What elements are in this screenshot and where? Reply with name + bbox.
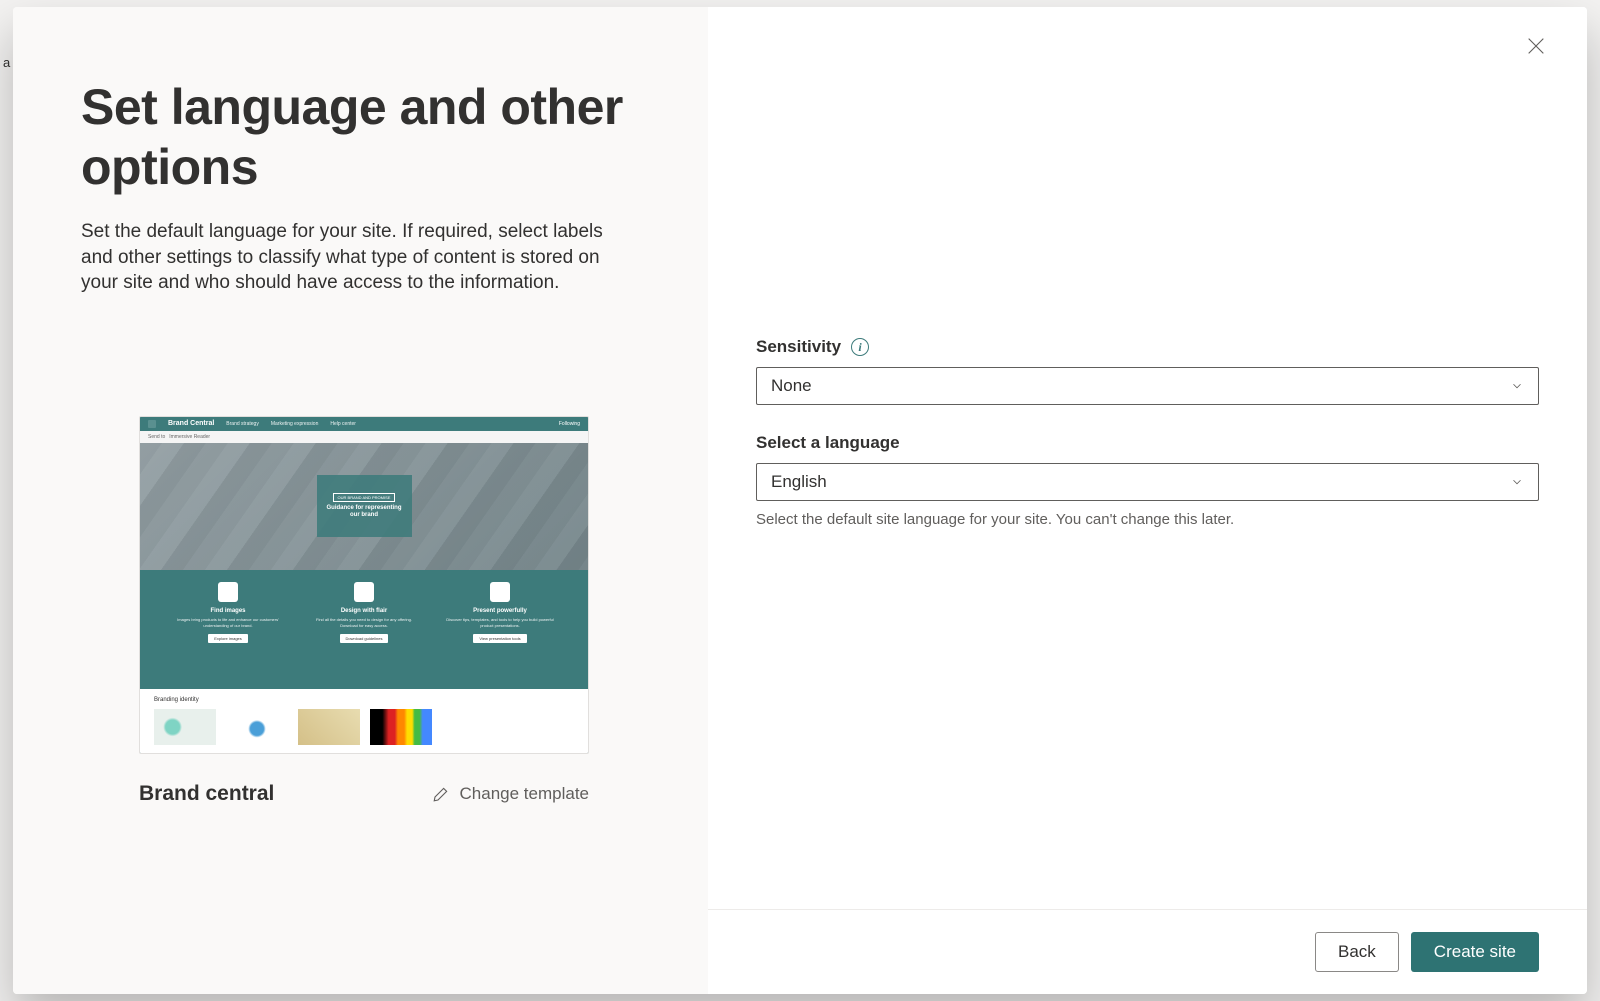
preview-col-btn: Explore images xyxy=(208,634,248,643)
preview-hero-overlay: OUR BRAND AND PROMISE Guidance for repre… xyxy=(317,475,412,537)
preview-column: Find images Images bring products to lif… xyxy=(173,582,283,676)
preview-col-sub: Images bring products to life and enhanc… xyxy=(173,617,283,627)
preview-hero-tag: OUR BRAND AND PROMISE xyxy=(333,493,396,502)
left-panel: Set language and other options Set the d… xyxy=(13,7,708,994)
chevron-down-icon xyxy=(1510,475,1524,489)
preview-sub-item: Immersive Reader xyxy=(169,434,210,440)
preview-col-title: Present powerfully xyxy=(473,608,527,614)
language-value: English xyxy=(771,472,827,492)
language-group: Select a language English Select the def… xyxy=(756,433,1539,528)
preview-col-btn: Download guidelines xyxy=(340,634,389,643)
preview-thumb xyxy=(226,709,288,745)
create-site-dialog: Set language and other options Set the d… xyxy=(13,7,1587,994)
back-button[interactable]: Back xyxy=(1315,932,1399,972)
form-area: Sensitivity i None Select a language Eng… xyxy=(708,7,1587,556)
image-icon xyxy=(218,582,238,602)
pencil-icon xyxy=(432,785,450,803)
preview-header: Brand Central Brand strategy Marketing e… xyxy=(140,417,588,431)
language-label-text: Select a language xyxy=(756,433,900,453)
preview-nav-item: Help center xyxy=(330,421,356,427)
preview-site-name: Brand Central xyxy=(168,420,214,427)
button-bar: Back Create site xyxy=(708,909,1587,994)
preview-nav-item: Brand strategy xyxy=(226,421,259,427)
preview-col-title: Find images xyxy=(210,608,245,614)
preview-thumbs xyxy=(154,709,574,745)
close-icon xyxy=(1525,35,1547,57)
language-label: Select a language xyxy=(756,433,1539,453)
preview-thumb xyxy=(370,709,432,745)
chevron-down-icon xyxy=(1510,379,1524,393)
preview-follow: Following xyxy=(559,421,580,427)
dialog-title: Set language and other options xyxy=(81,77,648,197)
sensitivity-label: Sensitivity i xyxy=(756,337,1539,357)
dialog-subtitle: Set the default language for your site. … xyxy=(81,219,621,296)
sensitivity-value: None xyxy=(771,376,812,396)
right-panel: Sensitivity i None Select a language Eng… xyxy=(708,7,1587,994)
sensitivity-group: Sensitivity i None xyxy=(756,337,1539,405)
template-name: Brand central xyxy=(139,782,274,806)
preview-col-sub: Find all the details you need to design … xyxy=(309,617,419,627)
info-icon[interactable]: i xyxy=(851,338,869,356)
preview-footer-title: Branding identity xyxy=(154,697,574,703)
preview-column: Present powerfully Discover tips, templa… xyxy=(445,582,555,676)
language-helper: Select the default site language for you… xyxy=(756,511,1539,528)
sensitivity-label-text: Sensitivity xyxy=(756,337,841,357)
backdrop-text-fragment: a xyxy=(3,55,10,70)
preview-caption: Brand central Change template xyxy=(139,782,589,806)
preview-hero-title: Guidance for representing our brand xyxy=(323,505,406,519)
preview-logo xyxy=(148,420,156,428)
preview-sub-item: Send to xyxy=(148,434,165,440)
preview-nav-item: Marketing expression xyxy=(271,421,319,427)
preview-col-btn: View presentation tools xyxy=(473,634,526,643)
change-template-label: Change template xyxy=(460,784,589,804)
change-template-button[interactable]: Change template xyxy=(432,784,589,804)
language-select[interactable]: English xyxy=(756,463,1539,501)
preview-column: Design with flair Find all the details y… xyxy=(309,582,419,676)
preview-hero: OUR BRAND AND PROMISE Guidance for repre… xyxy=(140,443,588,571)
presentation-icon xyxy=(490,582,510,602)
preview-thumb xyxy=(298,709,360,745)
preview-col-title: Design with flair xyxy=(341,608,387,614)
document-icon xyxy=(354,582,374,602)
close-button[interactable] xyxy=(1525,35,1547,62)
create-site-button[interactable]: Create site xyxy=(1411,932,1539,972)
sensitivity-select[interactable]: None xyxy=(756,367,1539,405)
preview-subheader: Send to Immersive Reader xyxy=(140,431,588,443)
preview-columns: Find images Images bring products to lif… xyxy=(140,570,588,688)
template-preview-image: Brand Central Brand strategy Marketing e… xyxy=(140,417,588,753)
preview-thumb xyxy=(154,709,216,745)
template-preview: Brand Central Brand strategy Marketing e… xyxy=(139,416,589,754)
preview-col-sub: Discover tips, templates, and tools to h… xyxy=(445,617,555,627)
preview-footer: Branding identity xyxy=(140,689,588,753)
